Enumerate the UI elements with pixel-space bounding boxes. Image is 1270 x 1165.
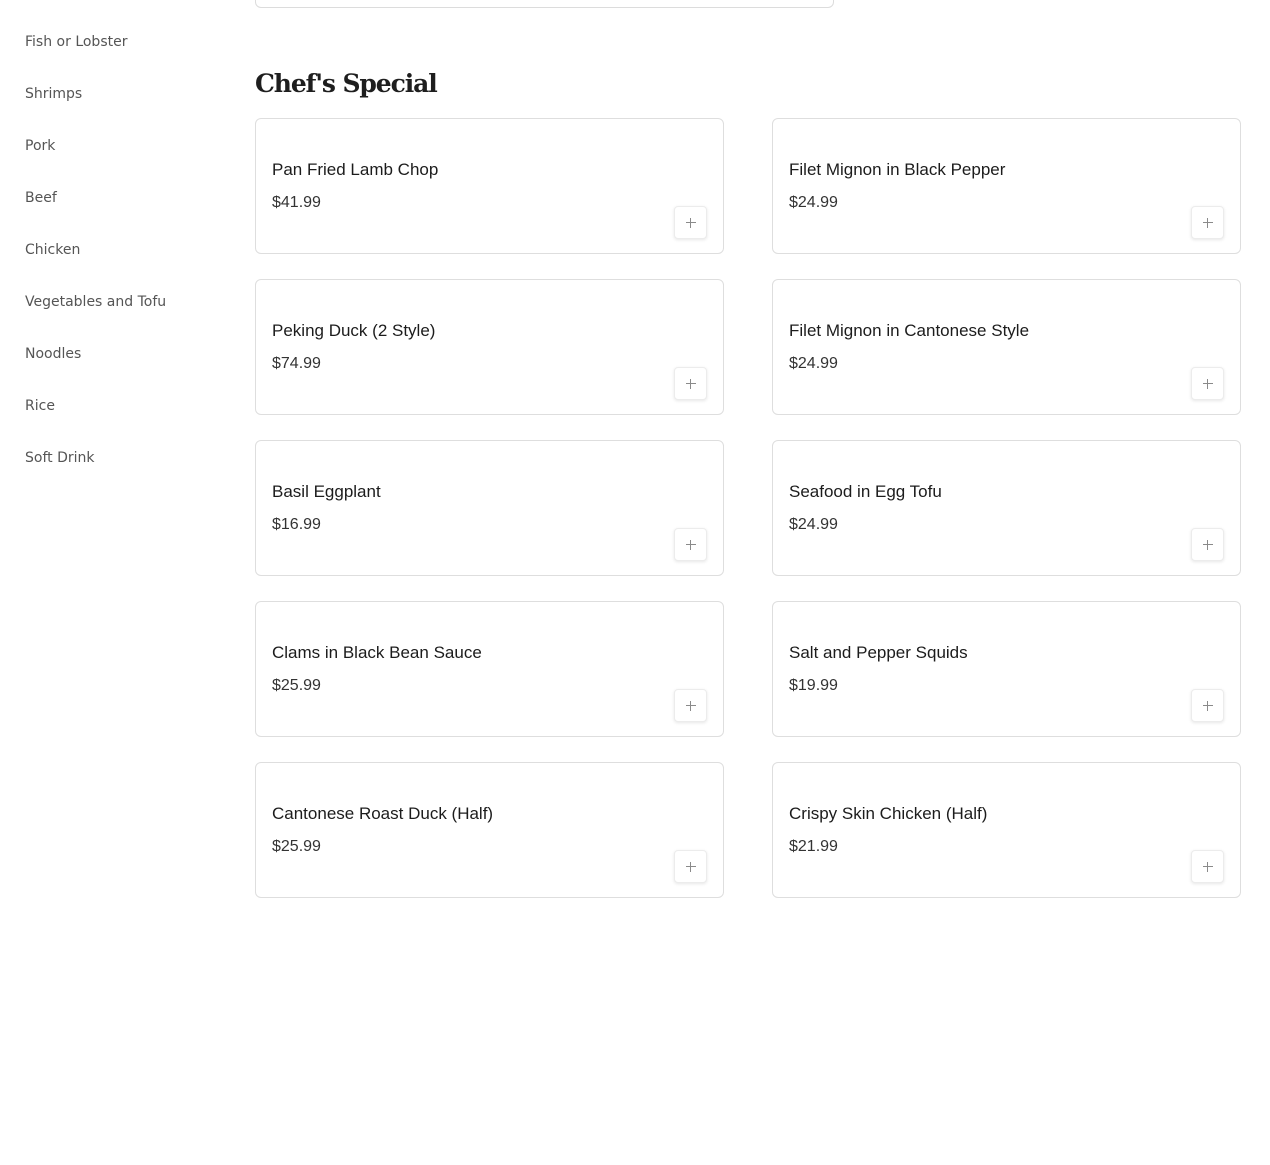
plus-icon [685, 861, 696, 872]
add-item-button[interactable] [674, 367, 707, 400]
section-title: Chef's Special [255, 69, 438, 98]
menu-item-name: Pan Fried Lamb Chop [272, 160, 439, 179]
sidebar-item-vegetables-and-tofu[interactable]: Vegetables and Tofu [25, 293, 166, 311]
menu-item-grid: Pan Fried Lamb Chop $41.99 Filet Mignon … [255, 118, 1241, 898]
menu-item-card[interactable]: Clams in Black Bean Sauce $25.99 [255, 601, 724, 737]
menu-item-price: $21.99 [789, 838, 838, 855]
category-sidebar: Fish or Lobster Shrimps Pork Beef Chicke… [0, 0, 230, 1165]
sidebar-item-fish-or-lobster[interactable]: Fish or Lobster [25, 33, 127, 51]
menu-item-card[interactable]: Filet Mignon in Cantonese Style $24.99 [772, 279, 1241, 415]
sidebar-item-beef[interactable]: Beef [25, 189, 57, 207]
sidebar-item-pork[interactable]: Pork [25, 137, 55, 155]
plus-icon [685, 217, 696, 228]
plus-icon [685, 700, 696, 711]
sidebar-item-shrimps[interactable]: Shrimps [25, 85, 82, 103]
menu-item-name: Crispy Skin Chicken (Half) [789, 804, 988, 823]
menu-item-price: $24.99 [789, 355, 838, 372]
menu-item-price: $24.99 [789, 194, 838, 211]
plus-icon [1202, 700, 1213, 711]
sidebar-item-soft-drink[interactable]: Soft Drink [25, 449, 94, 467]
menu-item-name: Filet Mignon in Cantonese Style [789, 321, 1030, 340]
plus-icon [685, 378, 696, 389]
menu-item-card[interactable]: Pan Fried Lamb Chop $41.99 [255, 118, 724, 254]
menu-item-price: $25.99 [272, 677, 321, 694]
menu-item-name: Filet Mignon in Black Pepper [789, 160, 1006, 179]
add-item-button[interactable] [1191, 206, 1224, 239]
plus-icon [1202, 539, 1213, 550]
menu-item-price: $19.99 [789, 677, 838, 694]
add-item-button[interactable] [1191, 528, 1224, 561]
plus-icon [685, 539, 696, 550]
menu-item-name: Clams in Black Bean Sauce [272, 643, 482, 662]
menu-item-price: $24.99 [789, 516, 838, 533]
plus-icon [1202, 861, 1213, 872]
add-item-button[interactable] [674, 206, 707, 239]
menu-item-price: $25.99 [272, 838, 321, 855]
menu-item-card[interactable]: Seafood in Egg Tofu $24.99 [772, 440, 1241, 576]
sidebar-item-chicken[interactable]: Chicken [25, 241, 80, 259]
menu-item-name: Salt and Pepper Squids [789, 643, 968, 662]
previous-section-card [255, 0, 834, 8]
add-item-button[interactable] [674, 850, 707, 883]
menu-item-card[interactable]: Crispy Skin Chicken (Half) $21.99 [772, 762, 1241, 898]
menu-item-card[interactable]: Cantonese Roast Duck (Half) $25.99 [255, 762, 724, 898]
menu-item-name: Basil Eggplant [272, 482, 381, 501]
add-item-button[interactable] [1191, 689, 1224, 722]
menu-item-name: Seafood in Egg Tofu [789, 482, 942, 501]
menu-item-name: Cantonese Roast Duck (Half) [272, 804, 494, 823]
menu-item-card[interactable]: Basil Eggplant $16.99 [255, 440, 724, 576]
plus-icon [1202, 378, 1213, 389]
add-item-button[interactable] [674, 528, 707, 561]
menu-item-price: $74.99 [272, 355, 321, 372]
plus-icon [1202, 217, 1213, 228]
menu-item-name: Peking Duck (2 Style) [272, 321, 436, 340]
sidebar-item-rice[interactable]: Rice [25, 397, 55, 415]
add-item-button[interactable] [674, 689, 707, 722]
menu-item-card[interactable]: Peking Duck (2 Style) $74.99 [255, 279, 724, 415]
add-item-button[interactable] [1191, 850, 1224, 883]
menu-item-card[interactable]: Salt and Pepper Squids $19.99 [772, 601, 1241, 737]
add-item-button[interactable] [1191, 367, 1224, 400]
menu-item-price: $16.99 [272, 516, 321, 533]
menu-item-price: $41.99 [272, 194, 321, 211]
menu-item-card[interactable]: Filet Mignon in Black Pepper $24.99 [772, 118, 1241, 254]
sidebar-item-noodles[interactable]: Noodles [25, 345, 81, 363]
